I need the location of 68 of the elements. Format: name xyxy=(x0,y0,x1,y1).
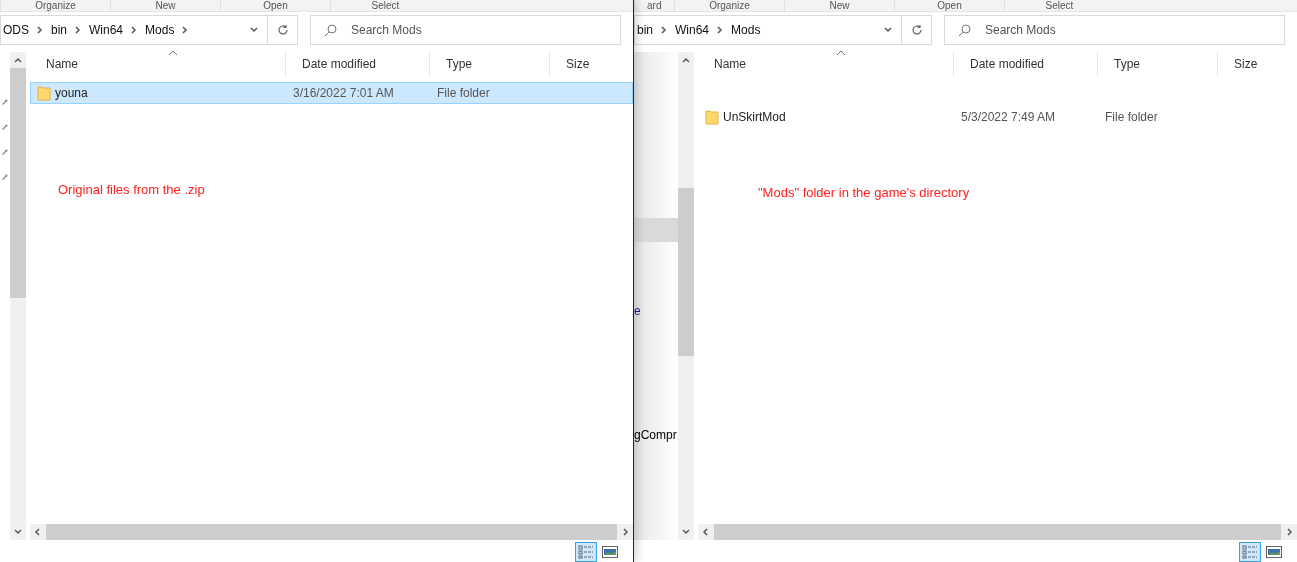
dropdown-caret-icon[interactable] xyxy=(883,25,893,35)
type-cell-text: File folder xyxy=(1104,109,1159,126)
search-field[interactable]: Search Mods xyxy=(310,15,621,45)
address-bar[interactable]: bin Win64 Mods xyxy=(634,15,932,45)
ribbon-group-label: Select xyxy=(330,0,440,11)
breadcrumb-chevron-icon[interactable] xyxy=(659,25,669,35)
scroll-up-icon[interactable] xyxy=(13,55,23,65)
search-field[interactable]: Search Mods xyxy=(944,15,1285,45)
breadcrumb-item[interactable]: bin xyxy=(637,21,653,39)
scroll-right-icon[interactable] xyxy=(620,527,630,537)
folder-icon xyxy=(37,85,51,101)
navigation-item-text[interactable]: e xyxy=(634,302,678,320)
annotation-text: Original files from the .zip xyxy=(58,181,206,199)
pin-icon[interactable] xyxy=(0,97,8,106)
scroll-down-icon[interactable] xyxy=(13,527,23,537)
breadcrumb-item[interactable]: ODS xyxy=(3,21,29,39)
breadcrumb-item[interactable]: Win64 xyxy=(89,21,124,39)
address-bar[interactable]: ODS bin Win64 Mods xyxy=(0,15,298,45)
column-header[interactable]: Name xyxy=(30,52,286,76)
breadcrumb-item[interactable]: Win64 xyxy=(675,21,710,39)
search-icon xyxy=(958,23,972,37)
ribbon-group-label: New xyxy=(110,0,220,11)
file-row[interactable]: youna 3/16/2022 7:01 AM File folder xyxy=(30,82,633,104)
breadcrumb-chevron-icon[interactable] xyxy=(35,25,45,35)
refresh-icon xyxy=(276,24,289,36)
ribbon-group-label: ard xyxy=(634,0,674,11)
dropdown-caret-icon[interactable] xyxy=(249,25,259,35)
column-header[interactable]: Name xyxy=(698,52,954,76)
navigation-item-text[interactable]: gCompr xyxy=(634,426,678,444)
details-view-button[interactable] xyxy=(575,542,597,562)
file-name: youna xyxy=(55,85,88,102)
folder-icon xyxy=(705,109,719,125)
ribbon-group-label: Open xyxy=(220,0,330,11)
details-view-button[interactable] xyxy=(1239,542,1261,562)
vertical-scrollbar[interactable] xyxy=(678,52,694,540)
scrollbar-thumb[interactable] xyxy=(678,188,694,356)
breadcrumb-item[interactable]: Mods xyxy=(731,21,761,39)
ribbon-group-label: New xyxy=(784,0,894,11)
refresh-icon xyxy=(910,24,923,36)
vertical-scrollbar[interactable] xyxy=(10,52,26,540)
scrollbar-thumb[interactable] xyxy=(10,68,26,298)
column-header[interactable]: Size xyxy=(550,52,633,76)
search-icon xyxy=(324,23,338,37)
breadcrumb-item[interactable]: bin xyxy=(51,21,68,39)
scroll-right-icon[interactable] xyxy=(1284,527,1294,537)
pin-icon[interactable] xyxy=(0,172,8,181)
column-header[interactable]: Type xyxy=(1098,52,1218,76)
file-row[interactable]: UnSkirtMod 5/3/2022 7:49 AM File folder xyxy=(698,106,1297,128)
file-name: UnSkirtMod xyxy=(723,109,786,126)
breadcrumb-item[interactable]: Mods xyxy=(145,21,175,39)
scroll-down-icon[interactable] xyxy=(681,527,691,537)
ribbon-group-label: Organize xyxy=(674,0,784,11)
column-header[interactable]: Date modified xyxy=(954,52,1098,76)
pin-icon[interactable] xyxy=(0,122,8,131)
column-header[interactable]: Size xyxy=(1218,52,1297,76)
column-header[interactable]: Type xyxy=(430,52,550,76)
scroll-left-icon[interactable] xyxy=(33,527,43,537)
scroll-up-icon[interactable] xyxy=(681,55,691,65)
column-header[interactable]: Date modified xyxy=(286,52,430,76)
ribbon-group-label: Organize xyxy=(0,0,110,11)
date-cell-text: 5/3/2022 7:49 AM xyxy=(960,109,1057,126)
ribbon-group-label: Select xyxy=(1004,0,1114,11)
date-cell-text: 3/16/2022 7:01 AM xyxy=(292,85,395,102)
annotation-text: "Mods" folder in the game's directory xyxy=(758,184,971,202)
type-cell-text: File folder xyxy=(436,85,491,102)
pin-icon[interactable] xyxy=(0,147,8,156)
scroll-left-icon[interactable] xyxy=(701,527,711,537)
ribbon-group-label: Open xyxy=(894,0,1004,11)
